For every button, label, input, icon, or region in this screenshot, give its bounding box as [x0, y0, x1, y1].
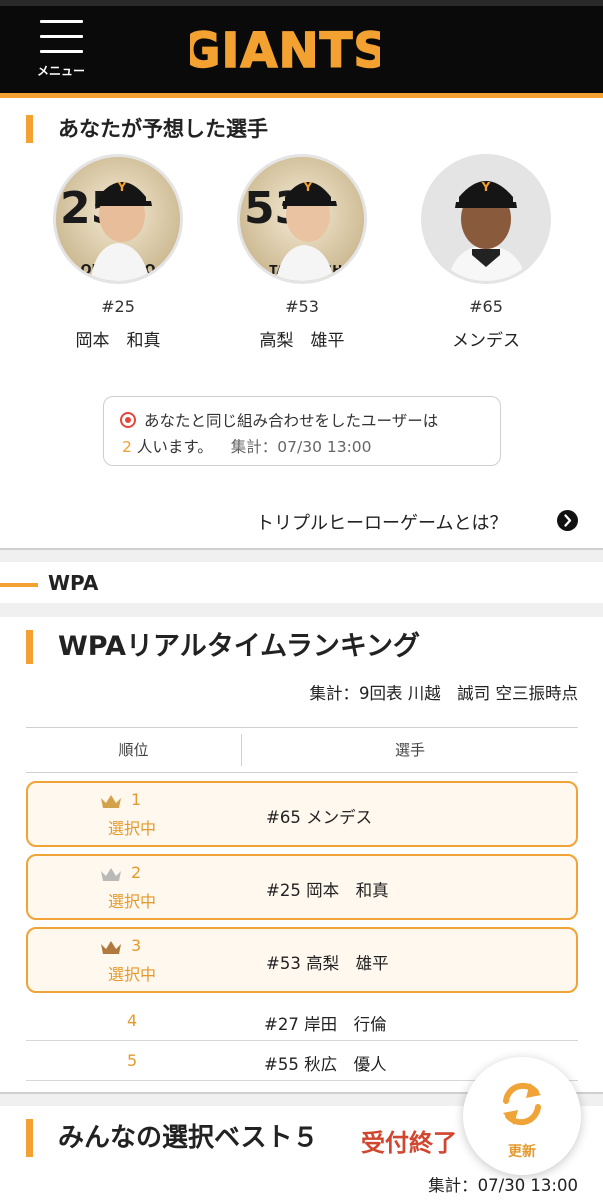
column-rank: 順位: [118, 741, 149, 759]
player-number: #53: [285, 297, 319, 316]
ranked-player: #27 岸田 行倫: [264, 1015, 387, 1034]
menu-button[interactable]: メニュー: [30, 18, 92, 80]
ranked-player: #65 メンデス: [266, 808, 373, 827]
gold-crown-icon: [101, 795, 121, 808]
closed-badge: 受付終了: [361, 1129, 457, 1157]
selected-badge: 選択中: [108, 892, 157, 911]
rank-number: 4: [127, 1011, 138, 1030]
ranking-row-selected[interactable]: 2 選択中 #25 岡本 和真: [26, 854, 578, 920]
ranking-row[interactable]: 4 #27 岸田 行倫: [26, 1001, 578, 1041]
ranked-player: #53 高梨 雄平: [266, 954, 389, 973]
player-name: メンデス: [452, 331, 520, 351]
title-accent-bar: [26, 1119, 33, 1157]
selected-badge: 選択中: [108, 965, 157, 984]
title-accent-bar: [26, 630, 33, 664]
ranking-row-selected[interactable]: 3 選択中 #53 高梨 雄平: [26, 927, 578, 993]
bubble-line-2: 2 人います。 集計：07/30 13:00: [122, 435, 372, 457]
same-combination-bubble: あなたと同じ組み合わせをしたユーザーは 2 人います。 集計：07/30 13:0…: [103, 396, 501, 466]
app-header: メニュー GIANTS: [0, 0, 603, 98]
ranking-table-header: 順位 選手: [26, 727, 578, 773]
hamburger-icon-bar: [40, 20, 83, 23]
predicted-section-title: あなたが予想した選手: [26, 115, 268, 143]
menu-label: メニュー: [36, 64, 85, 78]
hamburger-icon-bar: [40, 50, 83, 53]
bubble-line-1: あなたと同じ組み合わせをしたユーザーは: [120, 409, 438, 431]
player-number: #25: [101, 297, 135, 316]
best5-title: みんなの選択ベスト５: [26, 1119, 319, 1157]
bubble-text: あなたと同じ組み合わせをしたユーザーは: [144, 412, 439, 430]
refresh-icon: [503, 1082, 541, 1126]
bubble-text-2: 人います。: [136, 438, 213, 456]
best5-title-text: みんなの選択ベスト５: [58, 1123, 319, 1153]
refresh-button[interactable]: 更新: [463, 1057, 581, 1175]
target-icon: [120, 412, 136, 428]
rank-number: 3: [131, 936, 142, 955]
best5-tally: 集計：07/30 13:00: [428, 1176, 578, 1195]
svg-text:Y: Y: [303, 180, 313, 194]
title-accent-bar: [26, 115, 33, 143]
silver-crown-icon: [101, 868, 121, 881]
svg-text:Y: Y: [481, 180, 491, 194]
logo-text: GIANTS: [190, 23, 380, 78]
chevron-right-icon[interactable]: [557, 510, 578, 531]
player-name: 高梨 雄平: [259, 331, 345, 351]
player-number: #65: [469, 297, 503, 316]
wpa-accent-bar: [0, 583, 38, 587]
wpa-tally: 集計：9回表 川越 誠司 空三振時点: [309, 684, 579, 703]
giants-logo[interactable]: GIANTS: [190, 20, 380, 78]
triple-hero-help-link[interactable]: トリプルヒーローゲームとは？: [256, 509, 507, 535]
wpa-title-text: WPAリアルタイムランキング: [58, 631, 421, 662]
bubble-tally: 集計：07/30 13:00: [230, 438, 372, 456]
player-photo-25: 25 OKAMOTO Y: [53, 154, 183, 284]
svg-text:Y: Y: [117, 180, 127, 194]
ranked-player: #25 岡本 和真: [266, 881, 389, 900]
rank-number: 5: [127, 1051, 138, 1070]
section-divider: [0, 548, 603, 562]
refresh-label: 更新: [508, 1144, 536, 1160]
rank-number: 2: [131, 863, 142, 882]
player-photo-53: 53 TAKANASHI Y: [237, 154, 367, 284]
player-photo-65: Y: [421, 154, 551, 284]
column-player: 選手: [394, 741, 425, 759]
hamburger-icon-bar: [40, 35, 83, 38]
ranked-player: #55 秋広 優人: [264, 1055, 387, 1074]
same-user-count: 2: [122, 438, 132, 456]
bronze-crown-icon: [101, 941, 121, 954]
predicted-title-text: あなたが予想した選手: [58, 117, 268, 141]
wpa-section-label: WPA: [48, 571, 99, 595]
selected-badge: 選択中: [108, 819, 157, 838]
player-name: 岡本 和真: [75, 331, 161, 351]
ranking-row-selected[interactable]: 1 選択中 #65 メンデス: [26, 781, 578, 847]
section-divider: [0, 603, 603, 617]
rank-number: 1: [131, 790, 142, 809]
status-strip: [0, 0, 603, 6]
wpa-ranking-title: WPAリアルタイムランキング: [26, 630, 420, 664]
